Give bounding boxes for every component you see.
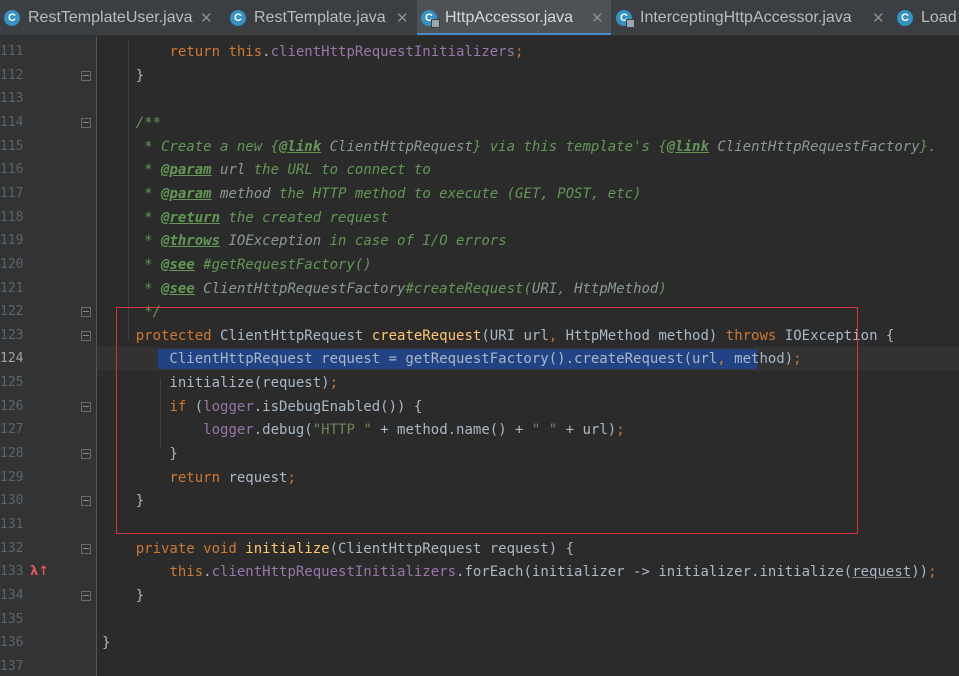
code-line-112[interactable]: } [102, 64, 144, 88]
lambda-implementation-icon[interactable]: λ↑ [30, 563, 52, 581]
close-tab-icon[interactable]: ✕ [872, 0, 885, 35]
line-number: 124 [0, 351, 24, 367]
line-number: 117 [0, 185, 24, 201]
fold-marker-icon[interactable] [81, 330, 91, 341]
code-line-134[interactable]: } [102, 584, 144, 608]
code-line-118[interactable]: * @return the created request [102, 206, 388, 230]
line-number: 135 [0, 611, 24, 627]
close-tab-icon[interactable]: ✕ [396, 0, 409, 35]
fold-marker-icon[interactable] [81, 496, 91, 507]
code-line-132[interactable]: private void initialize(ClientHttpReques… [102, 537, 574, 561]
line-number: 116 [0, 162, 24, 178]
code-line-114[interactable]: /** [102, 111, 161, 135]
fold-marker-icon[interactable] [81, 70, 91, 81]
line-number: 133 [0, 564, 24, 580]
class-icon: C [230, 10, 246, 26]
code-line-111[interactable]: return this.clientHttpRequestInitializer… [102, 40, 523, 64]
class-icon: C [4, 10, 20, 26]
tab-resttemplate-java[interactable]: C RestTemplate.java ✕ [226, 0, 416, 35]
fold-marker-icon[interactable] [81, 449, 91, 460]
line-number: 120 [0, 256, 24, 272]
line-number: 125 [0, 375, 24, 391]
line-number: 131 [0, 517, 24, 532]
line-number: 121 [0, 280, 24, 296]
line-number: 134 [0, 587, 24, 603]
close-tab-icon[interactable]: ✕ [591, 0, 604, 35]
tab-httpaccessor-java[interactable]: C HttpAccessor.java ✕ [417, 0, 611, 35]
tab-label: RestTemplateUser.java [28, 9, 193, 26]
tab-label: Load [921, 9, 957, 26]
line-number: 123 [0, 327, 24, 343]
fold-marker-icon[interactable] [81, 590, 91, 601]
class-icon: C [897, 10, 913, 26]
line-number: 112 [0, 67, 24, 83]
code-line-133[interactable]: this.clientHttpRequestInitializers.forEa… [102, 560, 936, 584]
line-number: 130 [0, 493, 24, 509]
abstract-class-icon: C [421, 10, 440, 28]
line-number: 136 [0, 635, 24, 651]
code-line-116[interactable]: * @param url the URL to connect to [102, 158, 431, 182]
line-number: 122 [0, 304, 24, 320]
tab-interceptinghttpaccessor-java[interactable]: C InterceptingHttpAccessor.java ✕ [612, 0, 892, 35]
code-line-120[interactable]: * @see #getRequestFactory() [102, 253, 372, 277]
tab-label: RestTemplate.java [254, 9, 386, 26]
code-line-117[interactable]: * @param method the HTTP method to execu… [102, 182, 641, 206]
line-number: 132 [0, 540, 24, 556]
line-number: 119 [0, 233, 24, 249]
line-number: 129 [0, 469, 24, 485]
highlight-annotation-box [116, 307, 858, 534]
tab-label: InterceptingHttpAccessor.java [640, 9, 852, 26]
line-number: 114 [0, 114, 24, 130]
line-number: 128 [0, 446, 24, 462]
line-number: 115 [0, 138, 24, 154]
editor-tab-bar: C RestTemplateUser.java ✕ C RestTemplate.jav… [0, 0, 959, 36]
fold-marker-icon[interactable] [81, 307, 91, 318]
fold-marker-icon[interactable] [81, 401, 91, 412]
abstract-class-icon: C [616, 10, 635, 28]
code-line-119[interactable]: * @throws IOException in case of I/O err… [102, 229, 506, 253]
indent-guide [128, 40, 129, 340]
line-number: 111 [0, 44, 24, 59]
tab-label: HttpAccessor.java [445, 9, 574, 26]
code-line-136[interactable]: } [102, 631, 110, 655]
tab-resttemplateuser-java[interactable]: C RestTemplateUser.java ✕ [0, 0, 220, 35]
line-number: 113 [0, 91, 24, 107]
fold-marker-icon[interactable] [81, 543, 91, 554]
line-number: 126 [0, 398, 24, 414]
code-line-121[interactable]: * @see ClientHttpRequestFactory#createRe… [102, 277, 667, 301]
line-number: 127 [0, 422, 24, 438]
fold-marker-icon[interactable] [81, 117, 91, 128]
line-number: 137 [0, 658, 24, 674]
tab-load[interactable]: C Load [893, 0, 959, 35]
close-tab-icon[interactable]: ✕ [200, 0, 213, 35]
code-line-115[interactable]: * Create a new {@link ClientHttpRequest}… [102, 135, 936, 159]
line-number: 118 [0, 209, 24, 225]
